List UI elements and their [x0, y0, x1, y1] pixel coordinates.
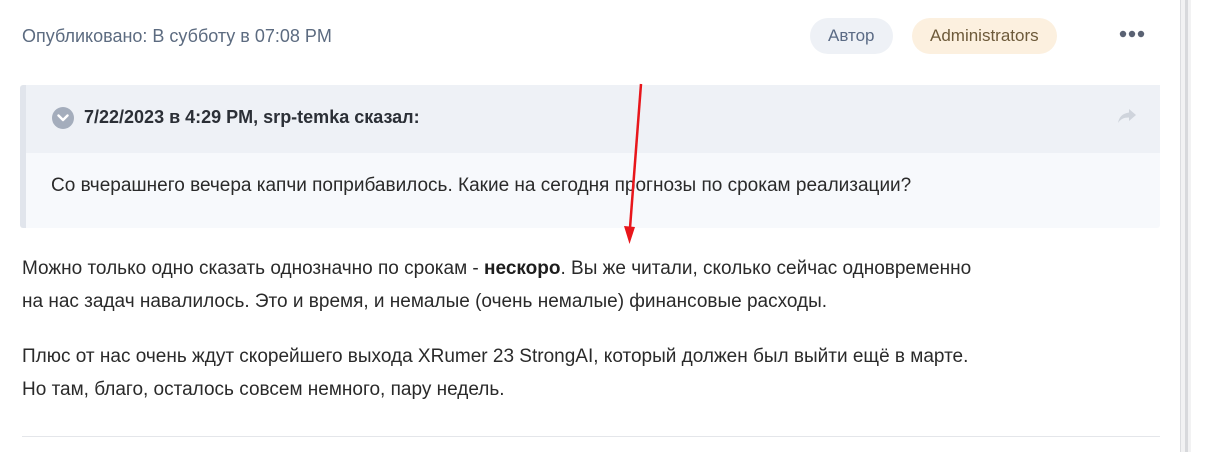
paragraph-text: Но там, благо, осталось совсем немного, … — [22, 379, 505, 400]
page-scrollbar-area — [1180, 0, 1218, 452]
group-badge[interactable]: Administrators — [912, 18, 1057, 54]
paragraph-text: Можно только одно сказать однозначно по … — [22, 258, 485, 279]
quote-block: 7/22/2023 в 4:29 PM, srp-temka сказал: С… — [20, 85, 1160, 228]
paragraph-text: Плюс от нас очень ждут скорейшего выхода… — [22, 346, 969, 367]
quote-title[interactable]: 7/22/2023 в 4:29 PM, srp-temka сказал: — [84, 107, 420, 128]
quote-header: 7/22/2023 в 4:29 PM, srp-temka сказал: — [26, 85, 1160, 153]
post-meta: Опубликовано: В субботу в 07:08 PM Автор… — [22, 18, 1162, 56]
post-paragraph-2: Плюс от нас очень ждут скорейшего выхода… — [22, 340, 1162, 406]
paragraph-text: . Вы же читали, сколько сейчас одновреме… — [560, 258, 972, 279]
quote-share-button[interactable] — [1116, 107, 1140, 127]
paragraph-text: на нас задач навалилось. Это и время, и … — [22, 291, 828, 312]
side-panel-edge — [1191, 0, 1218, 452]
bold-text: нескоро — [484, 258, 561, 279]
post-container: Опубликовано: В субботу в 07:08 PM Автор… — [0, 0, 1180, 452]
chevron-down-icon — [57, 114, 69, 122]
forum-post-view: Опубликовано: В субботу в 07:08 PM Автор… — [0, 0, 1218, 452]
share-arrow-icon — [1118, 109, 1136, 123]
scrollbar-track[interactable] — [1185, 0, 1188, 452]
more-options-button[interactable] — [1112, 24, 1152, 48]
post-paragraph-1: Можно только одно сказать однозначно по … — [22, 252, 1162, 318]
post-date: Опубликовано: В субботу в 07:08 PM — [22, 26, 332, 46]
post-divider — [22, 436, 1160, 437]
quote-text: Со вчерашнего вечера капчи поприбавилось… — [51, 175, 912, 196]
author-badge: Автор — [810, 18, 893, 54]
quote-collapse-button[interactable] — [52, 107, 74, 129]
ellipsis-icon — [1119, 30, 1145, 38]
